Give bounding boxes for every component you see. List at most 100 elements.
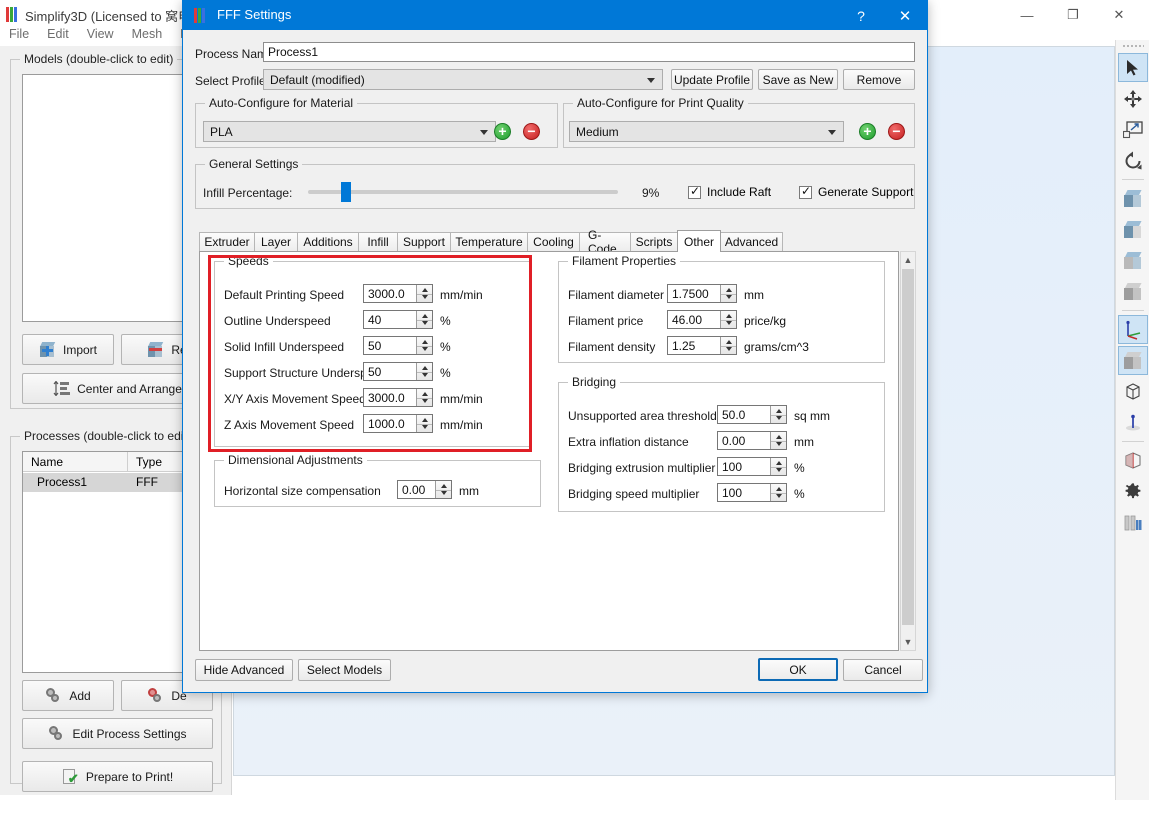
scroll-down-arrow-icon[interactable]: ▼ (901, 634, 915, 650)
slider-thumb[interactable] (341, 182, 351, 202)
move-tool-button[interactable] (1118, 84, 1148, 113)
generate-support-checkbox[interactable]: Generate Support (799, 184, 913, 199)
solid-view-button[interactable] (1117, 346, 1148, 375)
quality-dropdown[interactable]: Medium (569, 121, 844, 142)
menu-item-edit[interactable]: Edit (38, 24, 78, 46)
spinner-stepper-buttons[interactable] (416, 415, 432, 432)
axes-tool-button[interactable] (1117, 315, 1148, 344)
hide-advanced-button[interactable]: Hide Advanced (195, 659, 293, 681)
update-profile-button[interactable]: Update Profile (671, 69, 753, 90)
rotate-tool-button[interactable] (1118, 146, 1148, 175)
cancel-button[interactable]: Cancel (843, 659, 923, 681)
scroll-up-arrow-icon[interactable]: ▲ (901, 252, 915, 268)
scale-tool-button[interactable] (1118, 115, 1148, 144)
tab-advanced[interactable]: Advanced (720, 232, 783, 251)
scrollbar-thumb[interactable] (902, 269, 914, 625)
select-profile-dropdown[interactable]: Default (modified) (263, 69, 663, 90)
spinner-input[interactable]: 46.00 (667, 310, 737, 329)
material-dropdown[interactable]: PLA (203, 121, 496, 142)
include-raft-checkbox[interactable]: Include Raft (688, 184, 771, 199)
spinner-input[interactable]: 3000.0 (363, 284, 433, 303)
spinner-input[interactable]: 3000.0 (363, 388, 433, 407)
cross-section-tool-button[interactable] (1118, 446, 1148, 475)
viewport-horizontal-scrollbar[interactable] (233, 782, 1115, 791)
spinner-input[interactable]: 0.00 (717, 431, 787, 450)
remove-quality-button[interactable]: − (888, 123, 905, 140)
prepare-to-print-button[interactable]: ✔ Prepare to Print! (22, 761, 213, 792)
cell-process-name: Process1 (37, 475, 88, 489)
spinner-stepper-buttons[interactable] (770, 406, 786, 423)
remove-material-button[interactable]: − (523, 123, 540, 140)
window-minimize-button[interactable]: — (1004, 0, 1050, 30)
spinner-stepper-buttons[interactable] (416, 363, 432, 380)
spinner-stepper-buttons[interactable] (720, 311, 736, 328)
spinner-input[interactable]: 1.25 (667, 336, 737, 355)
spinner-stepper-buttons[interactable] (720, 285, 736, 302)
view-cube-3-button[interactable] (1118, 246, 1148, 275)
edit-process-settings-button[interactable]: Edit Process Settings (22, 718, 213, 749)
spinner-stepper-buttons[interactable] (770, 458, 786, 475)
import-button[interactable]: Import (22, 334, 114, 365)
window-maximize-button[interactable]: ❐ (1050, 0, 1096, 30)
toolbar-drag-handle[interactable] (1121, 43, 1144, 49)
dialog-help-button[interactable]: ? (841, 1, 881, 30)
tab-other[interactable]: Other (677, 230, 721, 252)
remove-profile-button[interactable]: Remove (843, 69, 915, 90)
ok-button[interactable]: OK (758, 658, 838, 681)
tab-layer[interactable]: Layer (254, 232, 298, 251)
tab-cooling[interactable]: Cooling (527, 232, 580, 251)
settings-gear-button[interactable] (1118, 477, 1148, 506)
save-as-new-button[interactable]: Save as New (758, 69, 838, 90)
infill-percentage-slider[interactable] (308, 182, 618, 202)
spinner-stepper-buttons[interactable] (435, 481, 451, 498)
menu-item-mesh[interactable]: Mesh (123, 24, 172, 46)
spinner-stepper-buttons[interactable] (720, 337, 736, 354)
spinner-stepper-buttons[interactable] (416, 337, 432, 354)
spinner-stepper-buttons[interactable] (416, 311, 432, 328)
settings-vertical-scrollbar[interactable]: ▲ ▼ (900, 251, 916, 651)
add-process-button[interactable]: Add (22, 680, 114, 711)
menu-item-view[interactable]: View (78, 24, 123, 46)
window-close-button[interactable]: ✕ (1096, 0, 1142, 30)
menu-item-file[interactable]: File (0, 24, 38, 46)
spinner-input[interactable]: 100 (717, 483, 787, 502)
process-name-input[interactable]: Process1 (263, 42, 915, 62)
spinner-input[interactable]: 1000.0 (363, 414, 433, 433)
wireframe-view-button[interactable] (1118, 377, 1148, 406)
spinner-value: 1.25 (672, 338, 696, 353)
view-cube-4-button[interactable] (1118, 277, 1148, 306)
spinner-input[interactable]: 50 (363, 362, 433, 381)
spinner-stepper-buttons[interactable] (416, 285, 432, 302)
select-models-button[interactable]: Select Models (298, 659, 391, 681)
app-menubar: File Edit View Mesh Rep (0, 24, 212, 46)
dialog-close-button[interactable]: ✕ (885, 1, 925, 30)
spinner-input[interactable]: 50 (363, 336, 433, 355)
view-cube-1-button[interactable] (1118, 184, 1148, 213)
select-tool-button[interactable] (1117, 53, 1148, 82)
field-unit: % (794, 461, 805, 475)
tab-infill[interactable]: Infill (358, 232, 398, 251)
add-gears-icon (45, 687, 63, 704)
tab-scripts[interactable]: Scripts (630, 232, 678, 251)
spinner-input[interactable]: 1.7500 (667, 284, 737, 303)
spinner-stepper-buttons[interactable] (770, 484, 786, 501)
spinner-stepper-buttons[interactable] (416, 389, 432, 406)
tab-temperature[interactable]: Temperature (450, 232, 528, 251)
tab-additions[interactable]: Additions (297, 232, 359, 251)
tab-extruder[interactable]: Extruder (199, 232, 255, 251)
add-quality-button[interactable]: + (859, 123, 876, 140)
spinner-input[interactable]: 50.0 (717, 405, 787, 424)
tab-g-code[interactable]: G-Code (579, 228, 631, 256)
add-material-button[interactable]: + (494, 123, 511, 140)
tab-support[interactable]: Support (397, 232, 451, 251)
spinner-value: 1.7500 (672, 286, 709, 301)
spinner-input[interactable]: 100 (717, 457, 787, 476)
supports-tool-button[interactable] (1118, 508, 1148, 537)
origin-tool-button[interactable] (1118, 408, 1148, 437)
settings-gears-icon (48, 725, 66, 742)
spinner-input[interactable]: 40 (363, 310, 433, 329)
spinner-stepper-buttons[interactable] (770, 432, 786, 449)
spinner-input[interactable]: 0.00 (397, 480, 452, 499)
select-profile-label: Select Profile: (195, 74, 270, 88)
view-cube-2-button[interactable] (1118, 215, 1148, 244)
